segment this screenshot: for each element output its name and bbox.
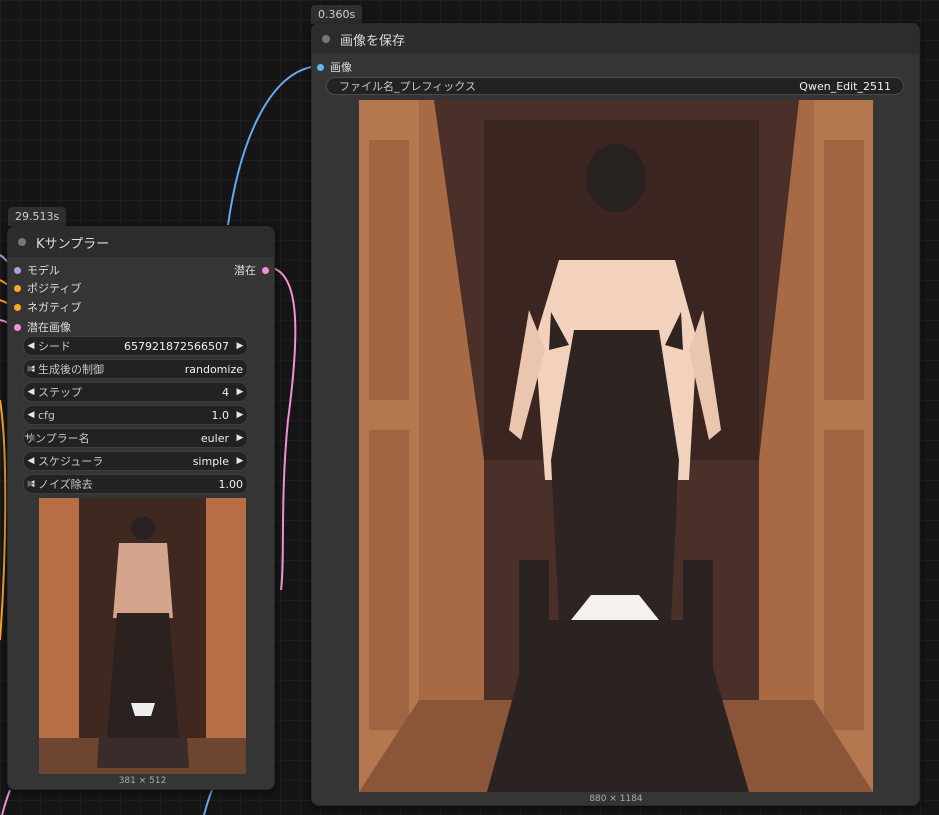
slot-dot-icon[interactable] xyxy=(14,284,21,292)
widget-label: シード xyxy=(38,340,71,353)
decrement-arrow-icon[interactable]: ◀ xyxy=(24,341,38,351)
widget-scheduler[interactable]: ◀ スケジューラ simple ▶ xyxy=(23,451,248,471)
ksampler-header[interactable]: Kサンプラー xyxy=(8,227,274,257)
increment-arrow-icon[interactable]: ▶ xyxy=(24,364,38,374)
ksampler-node[interactable]: Kサンプラー モデル ポジティブ ネガティブ 潜在画像 潜在 ◀ シード 657… xyxy=(7,226,275,790)
increment-arrow-icon[interactable]: ▶ xyxy=(233,341,247,351)
widget-label: ステップ xyxy=(38,386,82,399)
widget-label: ノイズ除去 xyxy=(38,478,93,491)
output-slot-latent[interactable]: 潜在 xyxy=(234,262,269,278)
widget-value[interactable]: euler xyxy=(201,432,229,445)
increment-arrow-icon[interactable]: ▶ xyxy=(233,410,247,420)
conditioning-link xyxy=(0,399,7,641)
widget-cfg[interactable]: ◀ cfg 1.0 ▶ xyxy=(23,405,248,425)
collapse-dot-icon[interactable] xyxy=(322,35,330,43)
widget-steps[interactable]: ◀ ステップ 4 ▶ xyxy=(23,382,248,402)
slot-dot-icon[interactable] xyxy=(14,266,21,274)
widget-label: cfg xyxy=(38,408,55,422)
widget-value[interactable]: 1.00 xyxy=(219,478,244,491)
image-link xyxy=(227,65,319,226)
widget-value[interactable]: Qwen_Edit_2511 xyxy=(799,80,891,93)
save-image-header[interactable]: 画像を保存 xyxy=(312,24,919,54)
widget-value[interactable]: 657921872566507 xyxy=(124,340,229,353)
widget-value[interactable]: randomize xyxy=(185,363,243,376)
widget-value[interactable]: 4 xyxy=(222,386,229,399)
increment-arrow-icon[interactable]: ▶ xyxy=(233,387,247,397)
increment-arrow-icon[interactable]: ▶ xyxy=(233,456,247,466)
slot-dot-icon[interactable] xyxy=(14,323,21,331)
decrement-arrow-icon[interactable]: ◀ xyxy=(24,456,38,466)
input-slot-model[interactable]: モデル xyxy=(14,262,60,278)
widget-control-after-generate[interactable]: ◀ 生成後の制御 randomize ▶ xyxy=(23,359,248,379)
latent-link-bottom xyxy=(1,789,11,815)
slot-dot-icon[interactable] xyxy=(14,303,21,311)
slot-label: 潜在画像 xyxy=(27,321,71,334)
slot-label: モデル xyxy=(27,264,60,277)
decrement-arrow-icon[interactable]: ◀ xyxy=(24,387,38,397)
input-slot-latent-image[interactable]: 潜在画像 xyxy=(14,319,71,335)
widget-sampler-name[interactable]: ◀ サンプラー名 euler ▶ xyxy=(23,428,248,448)
widget-value[interactable]: 1.0 xyxy=(212,409,230,422)
slot-dot-icon[interactable] xyxy=(262,266,269,274)
input-slot-positive[interactable]: ポジティブ xyxy=(14,280,81,296)
slot-label: ネガティブ xyxy=(27,301,82,314)
node-title: 画像を保存 xyxy=(340,33,406,49)
increment-arrow-icon[interactable]: ▶ xyxy=(24,479,38,489)
decrement-arrow-icon[interactable]: ◀ xyxy=(24,433,38,443)
decrement-arrow-icon[interactable]: ◀ xyxy=(24,410,38,420)
output-image xyxy=(359,100,873,792)
preview-image xyxy=(39,498,246,774)
input-slot-negative[interactable]: ネガティブ xyxy=(14,299,81,315)
slot-label: 潜在 xyxy=(234,264,256,277)
widget-label: ファイル名_プレフィックス xyxy=(339,80,476,93)
image-size-label: 880 × 1184 xyxy=(589,794,643,804)
collapse-dot-icon[interactable] xyxy=(18,238,26,246)
node-title: Kサンプラー xyxy=(36,236,110,252)
widget-denoise[interactable]: ◀ ノイズ除去 1.00 ▶ xyxy=(23,474,248,494)
preview-size-label: 381 × 512 xyxy=(118,776,167,786)
widget-label: サンプラー名 xyxy=(24,432,90,445)
slot-dot-icon[interactable] xyxy=(317,63,324,71)
widget-value[interactable]: simple xyxy=(193,455,229,468)
input-slot-image[interactable]: 画像 xyxy=(317,59,352,75)
widget-label: 生成後の制御 xyxy=(38,363,104,376)
execution-time-badge: 0.360s xyxy=(311,5,363,24)
filename-prefix-field[interactable]: ファイル名_プレフィックス Qwen_Edit_2511 xyxy=(326,77,904,95)
execution-time-badge: 29.513s xyxy=(8,207,67,226)
increment-arrow-icon[interactable]: ▶ xyxy=(233,433,247,443)
widget-seed[interactable]: ◀ シード 657921872566507 ▶ xyxy=(23,336,248,356)
save-image-node[interactable]: 画像を保存 画像 ファイル名_プレフィックス Qwen_Edit_2511 88… xyxy=(311,23,920,806)
image-link-bottom xyxy=(203,789,213,815)
slot-label: ポジティブ xyxy=(27,282,82,295)
slot-label: 画像 xyxy=(330,61,352,74)
widget-label: スケジューラ xyxy=(38,455,104,468)
